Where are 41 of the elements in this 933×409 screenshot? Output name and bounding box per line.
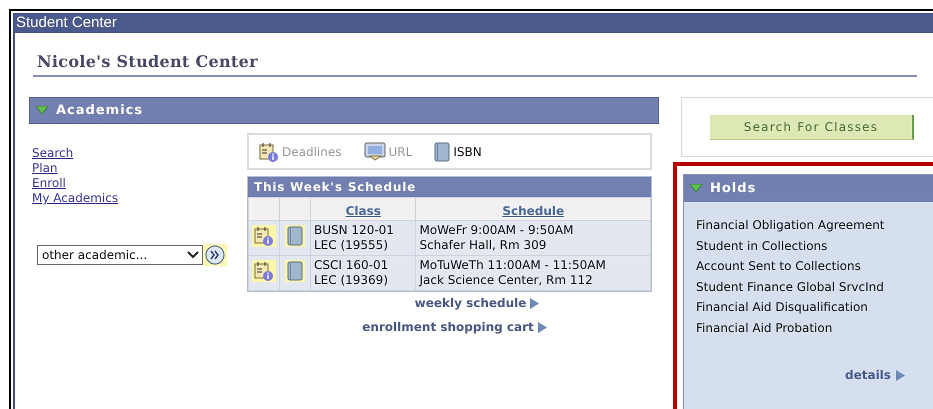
column-header-link[interactable]: Schedule [502, 204, 564, 218]
hold-item: Account Sent to Collections [696, 258, 862, 275]
section-header[interactable]: Holds [684, 175, 933, 202]
book-icon [434, 142, 450, 162]
schedule-title: This Week's Schedule [248, 177, 651, 197]
nav-link[interactable]: Search [32, 146, 74, 161]
section-title: Academics [56, 103, 144, 118]
toolbar-item[interactable]: ISBN [434, 142, 482, 162]
text-link[interactable]: weekly schedule [414, 296, 526, 310]
hold-item: Student Finance Global SrvcInd [696, 278, 885, 296]
section-header[interactable]: Academics [29, 97, 659, 124]
play-arrow-icon [538, 322, 547, 332]
double-chevron-icon [205, 245, 225, 265]
table-cell: BUSN 120-01 LEC (19555) [310, 220, 416, 256]
hold-item: Financial Aid Disqualification [696, 299, 869, 316]
go-button[interactable] [203, 244, 227, 266]
window-title-bar: Student Center [13, 13, 933, 33]
text-link[interactable]: enrollment shopping cart [362, 320, 534, 334]
play-arrow-icon [896, 370, 905, 380]
hold-item: Financial Obligation Agreement [696, 217, 886, 234]
dropdown[interactable]: other academic... [37, 245, 203, 265]
hold-item: Student in Collections [696, 238, 828, 254]
monitor-icon [364, 142, 386, 162]
book-icon [287, 261, 303, 281]
nav-link[interactable]: Enroll [32, 176, 66, 191]
nav-link[interactable]: My Academics [32, 191, 118, 206]
page-title: Nicole's Student Center [33, 33, 917, 77]
nav-link[interactable]: Plan [32, 161, 58, 176]
search-classes-button[interactable]: Search For Classes [710, 114, 914, 140]
chevron-down-icon [187, 251, 199, 259]
table-cell: MoTuWeTh 11:00AM - 11:50AM Jack Science Center, Rm 112 [416, 256, 650, 290]
calendar-info-icon [259, 142, 279, 162]
section-title: Holds [710, 181, 756, 196]
table-cell: MoWeFr 9:00AM - 9:50AM Schafer Hall, Rm 309 [416, 220, 650, 256]
calendar-info-icon [254, 261, 274, 281]
details-link[interactable]: details [845, 368, 891, 382]
calendar-info-icon [254, 226, 274, 246]
table-cell: CSCI 160-01 LEC (19369) [310, 256, 416, 290]
book-icon [287, 226, 303, 246]
hold-item: Financial Aid Probation [696, 320, 834, 336]
play-arrow-icon [530, 298, 540, 308]
